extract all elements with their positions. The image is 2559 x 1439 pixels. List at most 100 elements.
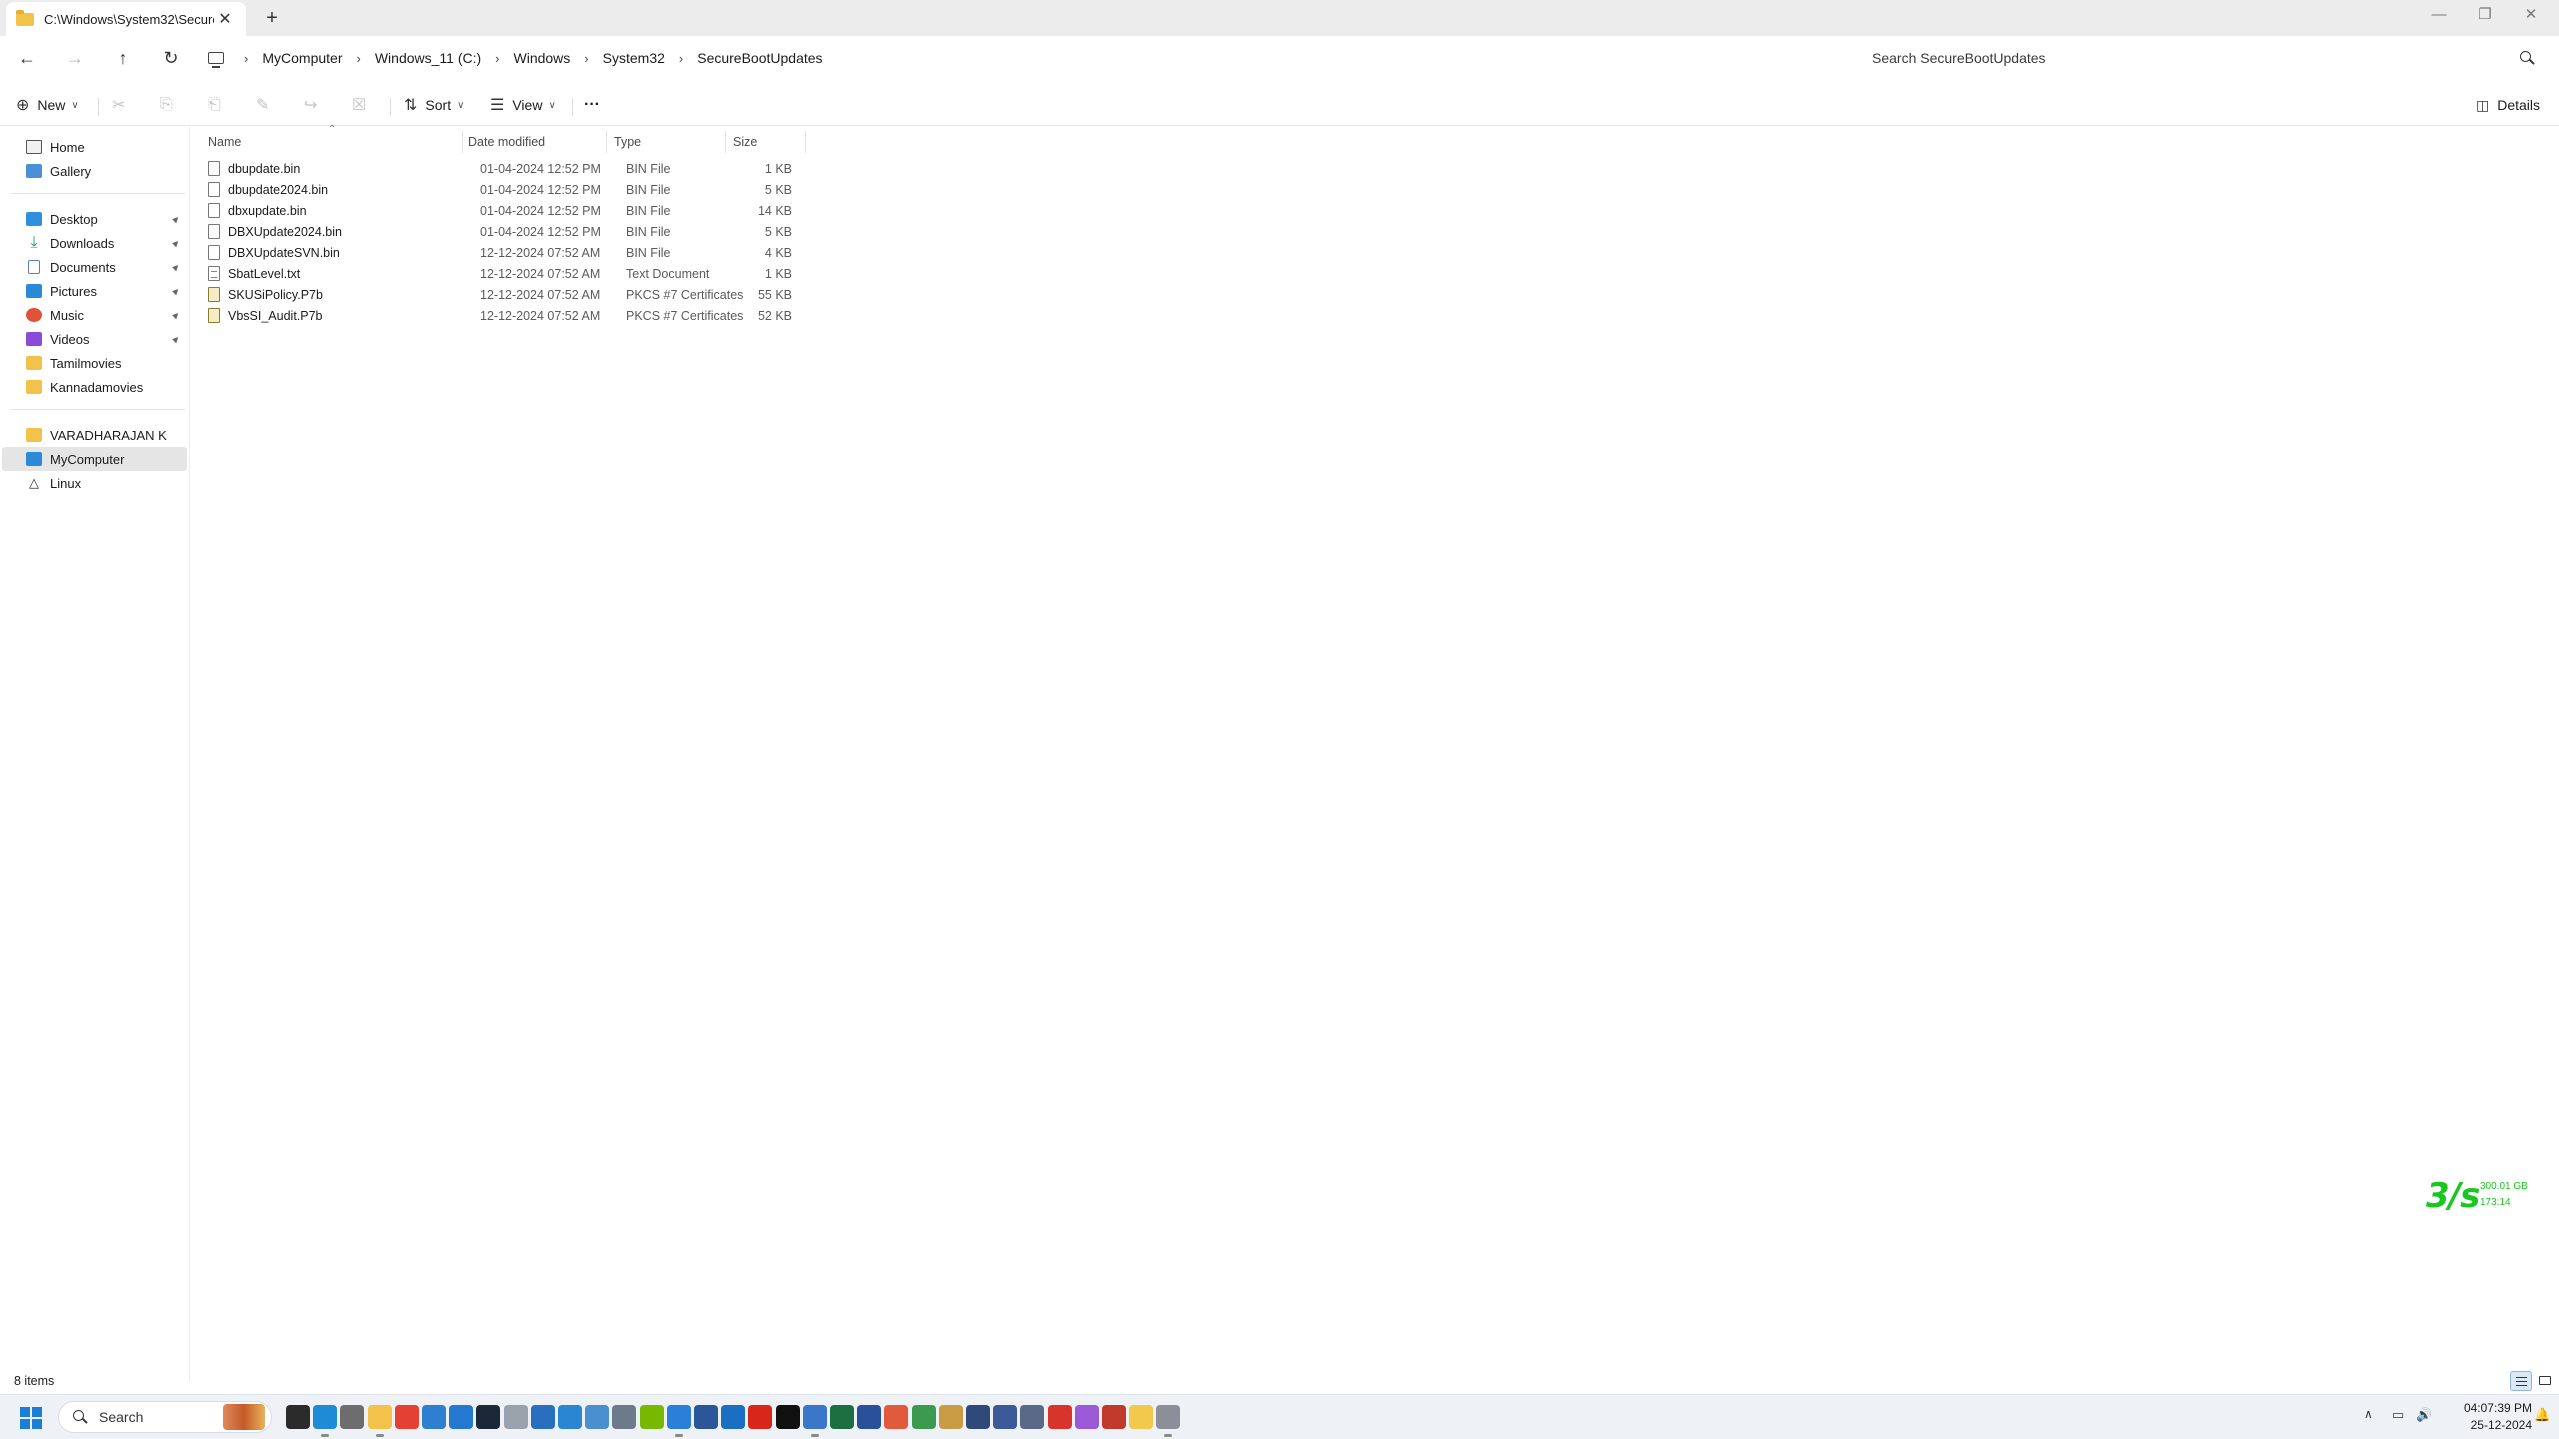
sidebar-item-mycomputer[interactable]: MyComputer — [2, 447, 187, 471]
sticky-notes-icon[interactable] — [1129, 1405, 1154, 1429]
column-divider[interactable] — [462, 131, 463, 153]
edge-icon[interactable] — [313, 1405, 338, 1437]
word-icon[interactable] — [694, 1405, 718, 1429]
tiles-view-button[interactable] — [2534, 1371, 2556, 1391]
paste-button[interactable]: ⎗ — [208, 90, 229, 120]
refresh-icon[interactable]: ↻ — [156, 44, 186, 72]
chevron-right-icon[interactable]: › — [584, 51, 588, 66]
column-divider[interactable] — [606, 131, 607, 153]
close-window-icon[interactable]: ✕ — [2508, 0, 2554, 32]
steam-icon[interactable] — [476, 1405, 501, 1429]
vscode-like-icon[interactable] — [422, 1405, 446, 1429]
column-divider[interactable] — [805, 131, 806, 153]
browser-green-icon[interactable] — [911, 1405, 936, 1429]
sidebar-item-linux[interactable]: △ Linux — [2, 471, 187, 495]
minimize-icon[interactable]: — — [2416, 0, 2462, 32]
up-icon[interactable]: ↑ — [108, 44, 138, 72]
restore-icon[interactable]: ❐ — [2462, 0, 2508, 32]
forward-icon[interactable]: → — [60, 44, 90, 72]
r-app-icon[interactable] — [530, 1405, 555, 1429]
column-header-name[interactable]: Name — [208, 129, 452, 155]
git-tool-icon[interactable] — [884, 1405, 909, 1429]
file-row[interactable]: SbatLevel.txt 12-12-2024 07:52 AM Text D… — [206, 264, 1002, 285]
volume-icon[interactable]: 🔊 — [2416, 1407, 2432, 1423]
photo-app-icon[interactable] — [721, 1405, 746, 1429]
search-input[interactable]: Search SecureBootUpdates — [1858, 42, 2548, 74]
back-icon[interactable]: ← — [12, 44, 42, 72]
excel-icon[interactable] — [830, 1405, 854, 1429]
search-icon[interactable] — [2520, 51, 2534, 65]
save-app-icon[interactable] — [993, 1405, 1018, 1429]
details-view-button[interactable] — [2510, 1371, 2532, 1391]
sidebar-item-pictures[interactable]: Pictures ▲ — [2, 279, 187, 303]
column-header-date[interactable]: Date modified — [468, 129, 598, 155]
share-button[interactable]: ↪ — [304, 90, 325, 120]
column-divider[interactable] — [725, 131, 726, 153]
rename-button[interactable]: ✎ — [256, 90, 277, 120]
column-header-type[interactable]: Type — [614, 129, 714, 155]
breadcrumb-system32[interactable]: System32 — [603, 50, 665, 66]
nvidia-app-icon[interactable] — [775, 1405, 800, 1429]
sidebar-item-user-folder[interactable]: VARADHARAJAN K — [2, 423, 187, 447]
file-explorer-icon[interactable] — [367, 1405, 392, 1437]
file-row[interactable]: dbupdate.bin 01-04-2024 12:52 PM BIN Fil… — [206, 159, 1002, 180]
acrobat-icon[interactable] — [748, 1405, 773, 1429]
copilot-icon[interactable] — [1074, 1405, 1099, 1429]
column-header-size[interactable]: Size — [733, 129, 783, 155]
image-viewer-icon[interactable] — [585, 1405, 610, 1429]
details-button[interactable]: ◫ Details — [2476, 90, 2540, 120]
start-button[interactable] — [20, 1407, 42, 1429]
sidebar-item-documents[interactable]: Documents ▲ — [2, 255, 187, 279]
maps-icon[interactable] — [1047, 1405, 1072, 1429]
powershell-icon[interactable] — [857, 1405, 882, 1429]
file-row[interactable]: dbxupdate.bin 01-04-2024 12:52 PM BIN Fi… — [206, 201, 1002, 222]
sidebar-item-music[interactable]: Music ▲ — [2, 303, 187, 327]
breadcrumb-mycomputer[interactable]: MyComputer — [262, 50, 342, 66]
file-row[interactable]: VbsSI_Audit.P7b 12-12-2024 07:52 AM PKCS… — [206, 306, 1002, 327]
tab-current[interactable]: C:\Windows\System32\Secure ✕ — [6, 2, 246, 36]
vs-app-icon[interactable] — [966, 1405, 990, 1429]
breadcrumb[interactable]: › MyComputer › Windows_11 (C:) › Windows… — [208, 42, 1852, 74]
archive-tool-icon[interactable] — [938, 1405, 963, 1429]
file-row[interactable]: SKUSiPolicy.P7b 12-12-2024 07:52 AM PKCS… — [206, 285, 1002, 306]
file-row[interactable]: DBXUpdateSVN.bin 12-12-2024 07:52 AM BIN… — [206, 243, 1002, 264]
new-button[interactable]: ⊕ New ∨ — [16, 90, 79, 120]
camera-app-icon[interactable] — [1102, 1405, 1126, 1429]
chevron-right-icon[interactable]: › — [495, 51, 499, 66]
file-row[interactable]: dbupdate2024.bin 01-04-2024 12:52 PM BIN… — [206, 180, 1002, 201]
more-options-button[interactable]: ··· — [584, 90, 600, 120]
sidebar-item-downloads[interactable]: ⤓ Downloads ▲ — [2, 231, 187, 255]
sidebar-item-kannadamovies[interactable]: Kannadamovies — [2, 375, 187, 399]
photos-icon[interactable] — [558, 1405, 582, 1429]
sidebar-item-videos[interactable]: Videos ▲ — [2, 327, 187, 351]
store-icon[interactable] — [449, 1405, 474, 1429]
taskbar-clock[interactable]: 04:07:39 PM 25-12-2024 — [2442, 1400, 2532, 1434]
task-view-icon[interactable] — [286, 1405, 310, 1429]
settings-icon[interactable] — [340, 1405, 365, 1429]
notepad-icon[interactable] — [666, 1405, 691, 1437]
chevron-right-icon[interactable]: › — [679, 51, 683, 66]
chrome-icon[interactable] — [394, 1405, 419, 1429]
copy-button[interactable]: ⎘ — [160, 90, 181, 120]
notification-bell-icon[interactable]: 🔔 — [2534, 1407, 2550, 1423]
close-tab-icon[interactable]: ✕ — [214, 9, 236, 29]
breadcrumb-securebootupdates[interactable]: SecureBootUpdates — [697, 50, 822, 66]
breadcrumb-drive[interactable]: Windows_11 (C:) — [375, 50, 481, 66]
view-button[interactable]: ☰ View ∨ — [490, 90, 556, 120]
delete-button[interactable]: ☒ — [352, 90, 374, 120]
chevron-right-icon[interactable]: › — [356, 51, 360, 66]
sidebar-item-tamilmovies[interactable]: Tamilmovies — [2, 351, 187, 375]
sidebar-item-gallery[interactable]: Gallery — [2, 159, 187, 183]
chevron-up-icon[interactable]: ∧ — [2364, 1407, 2373, 1421]
network-icon[interactable]: ▭ — [2392, 1407, 2404, 1423]
snipping-icon[interactable] — [612, 1405, 637, 1429]
cut-button[interactable]: ✂ — [112, 90, 133, 120]
calculator-icon[interactable] — [1020, 1405, 1045, 1429]
nvidia-icon[interactable] — [639, 1405, 664, 1429]
sidebar-item-home[interactable]: Home — [2, 135, 187, 159]
new-tab-button[interactable]: + — [258, 4, 286, 32]
clock-app-icon[interactable] — [503, 1405, 528, 1429]
sort-button[interactable]: ⇅ Sort ∨ — [404, 90, 464, 120]
taskbar-search[interactable]: Search — [58, 1401, 272, 1433]
sidebar-item-desktop[interactable]: Desktop ▲ — [2, 207, 187, 231]
